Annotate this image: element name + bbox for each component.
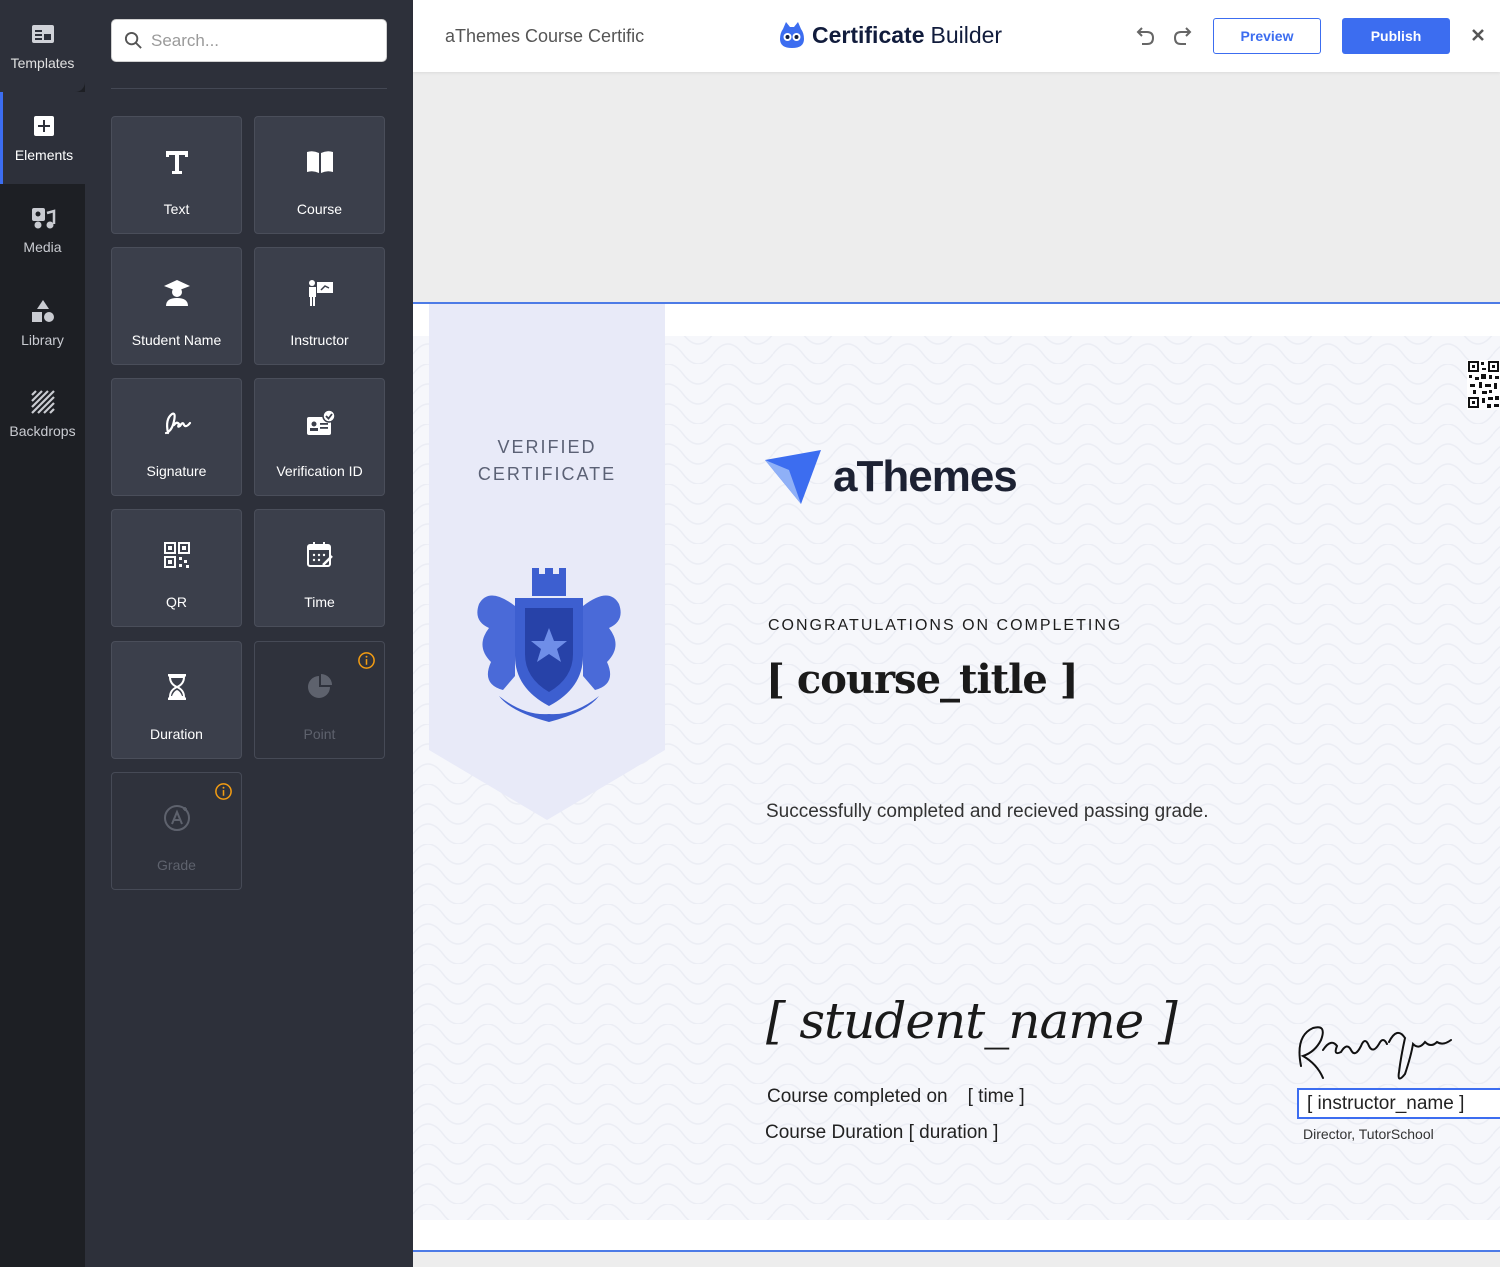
rail-library[interactable]: Library: [0, 277, 85, 369]
qr-code-icon: [163, 542, 190, 568]
qr-code-image[interactable]: [1467, 360, 1500, 410]
rail-elements-label: Elements: [14, 147, 74, 163]
tile-signature[interactable]: Signature: [111, 378, 242, 496]
verified-line-1: VERIFIED: [497, 437, 597, 457]
tile-grade[interactable]: Grade: [111, 772, 242, 890]
time-placeholder[interactable]: [ time ]: [968, 1086, 1025, 1107]
certificate-canvas[interactable]: VERIFIED CERTIFICATE aThemes CONGRATULAT…: [413, 302, 1500, 1252]
info-icon[interactable]: [214, 782, 233, 801]
redo-icon[interactable]: [1171, 24, 1195, 48]
passing-grade-text[interactable]: Successfully completed and recieved pass…: [766, 801, 1209, 823]
text-icon: [165, 151, 188, 174]
instructor-signature-image[interactable]: [1293, 1016, 1455, 1086]
instructor-icon: [308, 280, 333, 306]
duration-line[interactable]: Course Duration [ duration ]: [765, 1122, 998, 1144]
athemes-triangle-icon: [765, 450, 821, 504]
search-input[interactable]: [151, 30, 371, 51]
hourglass-icon: [167, 674, 186, 700]
search-box[interactable]: [111, 19, 387, 62]
logo-text: aThemes: [833, 452, 1018, 501]
templates-icon: [31, 25, 54, 43]
pie-chart-icon: [307, 674, 332, 698]
tile-duration-label: Duration: [150, 726, 203, 742]
left-rail: Templates Elements Media Library Backdro…: [0, 0, 85, 1267]
publish-button[interactable]: Publish: [1342, 18, 1450, 54]
tile-time[interactable]: Time: [254, 509, 385, 627]
tile-instructor[interactable]: Instructor: [254, 247, 385, 365]
tile-course-label: Course: [296, 201, 343, 217]
tile-point[interactable]: Point: [254, 641, 385, 759]
tile-grade-label: Grade: [157, 857, 196, 873]
owl-logo-icon: [780, 22, 804, 48]
media-icon: [31, 208, 55, 229]
undo-icon[interactable]: [1133, 24, 1157, 48]
rail-media[interactable]: Media: [0, 184, 85, 276]
rail-backdrops-label: Backdrops: [9, 423, 76, 439]
rail-library-label: Library: [21, 332, 64, 348]
preview-button[interactable]: Preview: [1213, 18, 1321, 54]
calendar-icon: [306, 542, 333, 567]
course-title-placeholder[interactable]: [ course_title ]: [766, 656, 1079, 703]
shapes-icon: [31, 300, 54, 322]
tile-qr-label: QR: [166, 594, 187, 610]
search-icon: [124, 31, 142, 49]
rail-elements[interactable]: Elements: [0, 92, 85, 184]
rail-backdrops[interactable]: Backdrops: [0, 368, 85, 460]
brand-name-light: Builder: [930, 21, 1003, 48]
tile-instructor-label: Instructor: [290, 332, 349, 348]
instructor-role-text[interactable]: Director, TutorSchool: [1303, 1126, 1434, 1142]
rail-templates-label: Templates: [10, 55, 75, 71]
certificate-bottom-margin: [413, 1220, 1500, 1250]
info-icon[interactable]: [357, 651, 376, 670]
elements-panel: Text Course Student Name Instructor Sign…: [85, 0, 413, 1267]
tile-student-name[interactable]: Student Name: [111, 247, 242, 365]
student-icon: [163, 280, 190, 306]
rail-media-label: Media: [23, 239, 62, 255]
plus-square-icon: [34, 116, 54, 136]
verified-certificate-label: VERIFIED CERTIFICATE: [429, 434, 665, 488]
tile-verification-id[interactable]: Verification ID: [254, 378, 385, 496]
instructor-name-placeholder[interactable]: [ instructor_name ]: [1297, 1088, 1500, 1119]
congratulations-heading[interactable]: CONGRATULATIONS ON COMPLETING: [768, 617, 1122, 635]
student-name-placeholder[interactable]: [ student_name ]: [766, 992, 1178, 1050]
backdrops-icon: [30, 390, 55, 414]
close-icon[interactable]: [1469, 26, 1487, 44]
rail-templates[interactable]: Templates: [0, 0, 85, 92]
top-bar: aThemes Course Certific Certificate Buil…: [413, 0, 1500, 72]
panel-divider: [111, 88, 387, 89]
tile-duration[interactable]: Duration: [111, 641, 242, 759]
athemes-logo[interactable]: aThemes: [765, 450, 1018, 504]
grade-icon: [163, 805, 190, 831]
tile-verification-id-label: Verification ID: [276, 463, 363, 479]
verified-ribbon: [429, 304, 665, 820]
duration-label: Course Duration: [765, 1122, 904, 1143]
document-title[interactable]: aThemes Course Certific: [445, 26, 650, 47]
tile-time-label: Time: [304, 594, 335, 610]
completed-on-label: Course completed on: [767, 1086, 948, 1107]
signature-icon: [164, 412, 191, 435]
completed-on-line[interactable]: Course completed on [ time ]: [767, 1086, 1025, 1108]
brand-name-bold: Certificate: [812, 21, 925, 48]
tile-course[interactable]: Course: [254, 116, 385, 234]
tile-text-label: Text: [163, 201, 190, 217]
crest-emblem-icon[interactable]: [469, 566, 629, 726]
duration-placeholder[interactable]: [ duration ]: [909, 1122, 999, 1143]
tile-signature-label: Signature: [146, 463, 207, 479]
book-open-icon: [306, 151, 333, 173]
app-brand: Certificate Builder: [779, 20, 1002, 50]
id-card-icon: [306, 409, 335, 435]
tile-text[interactable]: Text: [111, 116, 242, 234]
tile-qr[interactable]: QR: [111, 509, 242, 627]
tile-student-name-label: Student Name: [131, 332, 222, 348]
tile-point-label: Point: [303, 726, 336, 742]
verified-line-2: CERTIFICATE: [477, 464, 617, 484]
